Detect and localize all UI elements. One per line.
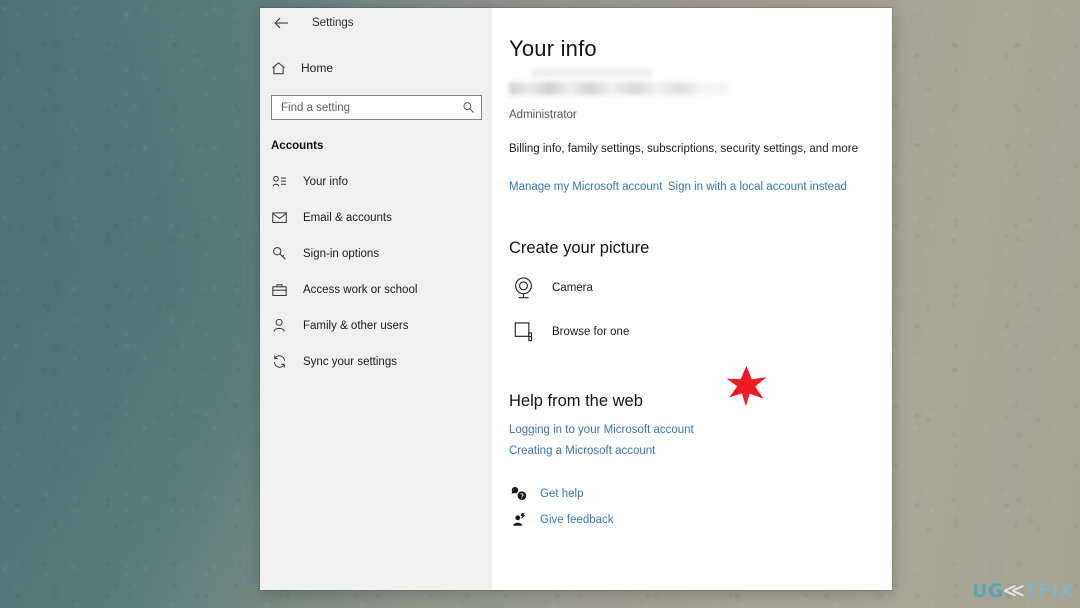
person-icon [271,318,287,334]
sync-icon [271,354,287,370]
create-picture-heading: Create your picture [509,239,650,257]
envelope-icon [271,210,287,226]
sidebar-item-access-work-school-label: Access work or school [303,283,418,296]
watermark-arrow-icon: ≪ [1002,581,1026,601]
sign-in-local-account-link[interactable]: Sign in with a local account instead [668,181,847,193]
settings-window: Settings Home Accounts [260,8,892,590]
manage-microsoft-account-link[interactable]: Manage my Microsoft account [509,181,662,193]
sidebar-item-access-work-school[interactable]: Access work or school [260,277,492,302]
picture-option-browse-label: Browse for one [552,326,630,338]
picture-option-camera[interactable]: Camera [510,274,700,302]
account-avatar-blur [531,70,651,81]
user-info-icon [271,174,287,190]
title-bar: Settings [260,8,492,38]
watermark-part-b: TFIX [1024,580,1074,602]
footer-links: Get help Give feedback [510,485,892,528]
back-button[interactable] [268,12,294,34]
feedback-person-icon [510,511,527,528]
watermark-part-a: UG [972,580,1005,602]
help-links-list: Logging in to your Microsoft account Cre… [509,424,892,457]
sidebar-item-sync-your-settings-label: Sync your settings [303,355,397,368]
search-icon[interactable] [462,101,475,114]
search-box[interactable] [271,95,482,120]
sidebar-item-your-info-label: Your info [303,175,348,188]
help-from-web-heading: Help from the web [509,392,643,410]
help-bubble-icon [510,485,527,502]
give-feedback-row[interactable]: Give feedback [510,511,660,528]
sidebar-item-your-info[interactable]: Your info [260,169,492,194]
sidebar-item-sign-in-options-label: Sign-in options [303,247,380,260]
nav-list: Your info Email & accounts Sign-in optio… [260,169,492,374]
billing-info-text: Billing info, family settings, subscript… [509,143,858,155]
key-icon [271,246,287,262]
get-help-row[interactable]: Get help [510,485,660,502]
nav-section-heading: Accounts [271,140,324,152]
site-watermark: UG ≪ TFIX [972,580,1074,602]
help-link-logging-in[interactable]: Logging in to your Microsoft account [509,424,892,436]
window-title: Settings [312,17,354,29]
get-help-label: Get help [540,487,584,500]
account-name-redacted [509,70,739,100]
sidebar-item-sync-your-settings[interactable]: Sync your settings [260,349,492,374]
give-feedback-label: Give feedback [540,513,614,526]
account-name-blur [509,82,734,95]
search-input[interactable] [281,101,462,114]
sidebar-item-email-accounts-label: Email & accounts [303,211,392,224]
sidebar-item-family-other-users-label: Family & other users [303,319,409,332]
help-link-creating-account[interactable]: Creating a Microsoft account [509,445,892,457]
navigation-pane: Settings Home Accounts [260,8,492,590]
picture-option-camera-label: Camera [552,282,593,294]
account-role: Administrator [509,109,577,121]
webcam-icon [510,274,536,302]
home-icon [270,60,286,76]
back-arrow-icon [273,17,289,29]
nav-item-home[interactable]: Home [260,53,492,83]
sidebar-item-family-other-users[interactable]: Family & other users [260,313,492,338]
page-title: Your info [509,36,597,61]
browse-folder-icon [510,318,536,346]
sidebar-item-sign-in-options[interactable]: Sign-in options [260,241,492,266]
briefcase-icon [271,282,287,298]
content-pane: Your info Administrator Billing info, fa… [492,8,892,590]
sidebar-item-email-accounts[interactable]: Email & accounts [260,205,492,230]
picture-option-browse[interactable]: Browse for one [510,318,700,346]
nav-item-home-label: Home [301,61,334,75]
